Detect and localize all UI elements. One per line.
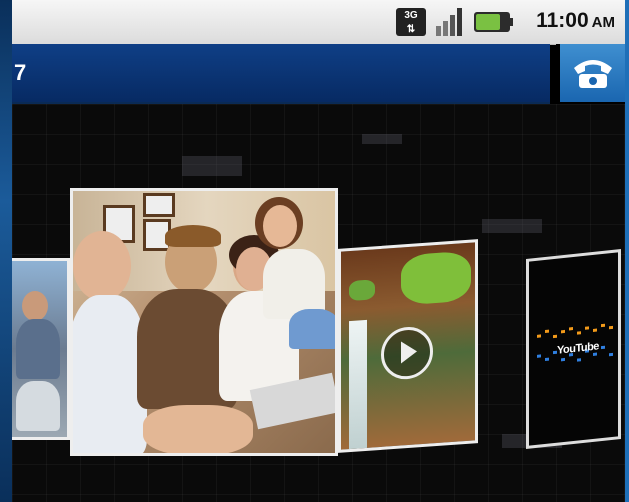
photo-person: [289, 309, 335, 349]
left-frame-edge: [0, 0, 12, 502]
photo-person: [16, 319, 60, 379]
status-clock: 11:00 AM: [536, 9, 615, 32]
status-bar: 3G ⇅ 11:00 AM: [12, 0, 625, 45]
3g-data-icon: 3G ⇅: [396, 8, 426, 36]
photo-person: [22, 291, 48, 321]
background-glow: [182, 156, 242, 176]
photo-hand: [143, 405, 253, 453]
background-glow: [362, 134, 402, 144]
title-bar: 7: [12, 44, 550, 104]
phone-button[interactable]: [556, 44, 625, 102]
play-icon[interactable]: [381, 325, 433, 381]
phone-icon: [574, 60, 612, 88]
video-foliage: [349, 279, 375, 302]
video-waterfall: [349, 319, 367, 452]
background-glow: [482, 219, 542, 233]
battery-charging-icon: [474, 12, 513, 32]
carousel-item-family-photo-partial[interactable]: [12, 258, 70, 440]
carousel-item-youtube[interactable]: YouTube: [526, 249, 621, 449]
photo-person: [73, 295, 147, 453]
page-title: 7: [14, 60, 27, 85]
photo-person-hair: [165, 225, 221, 247]
carousel-item-family-photo[interactable]: [70, 188, 338, 456]
photo-person: [263, 205, 297, 247]
carousel-item-waterfall-video[interactable]: [338, 239, 478, 453]
right-frame-edge: [625, 0, 629, 502]
photo-person: [16, 381, 60, 431]
photo-person: [73, 231, 131, 301]
signal-strength-icon: [434, 8, 464, 36]
photo-frame-picture: [143, 193, 175, 217]
video-foliage: [401, 250, 471, 306]
media-carousel[interactable]: YouTube: [12, 104, 625, 502]
